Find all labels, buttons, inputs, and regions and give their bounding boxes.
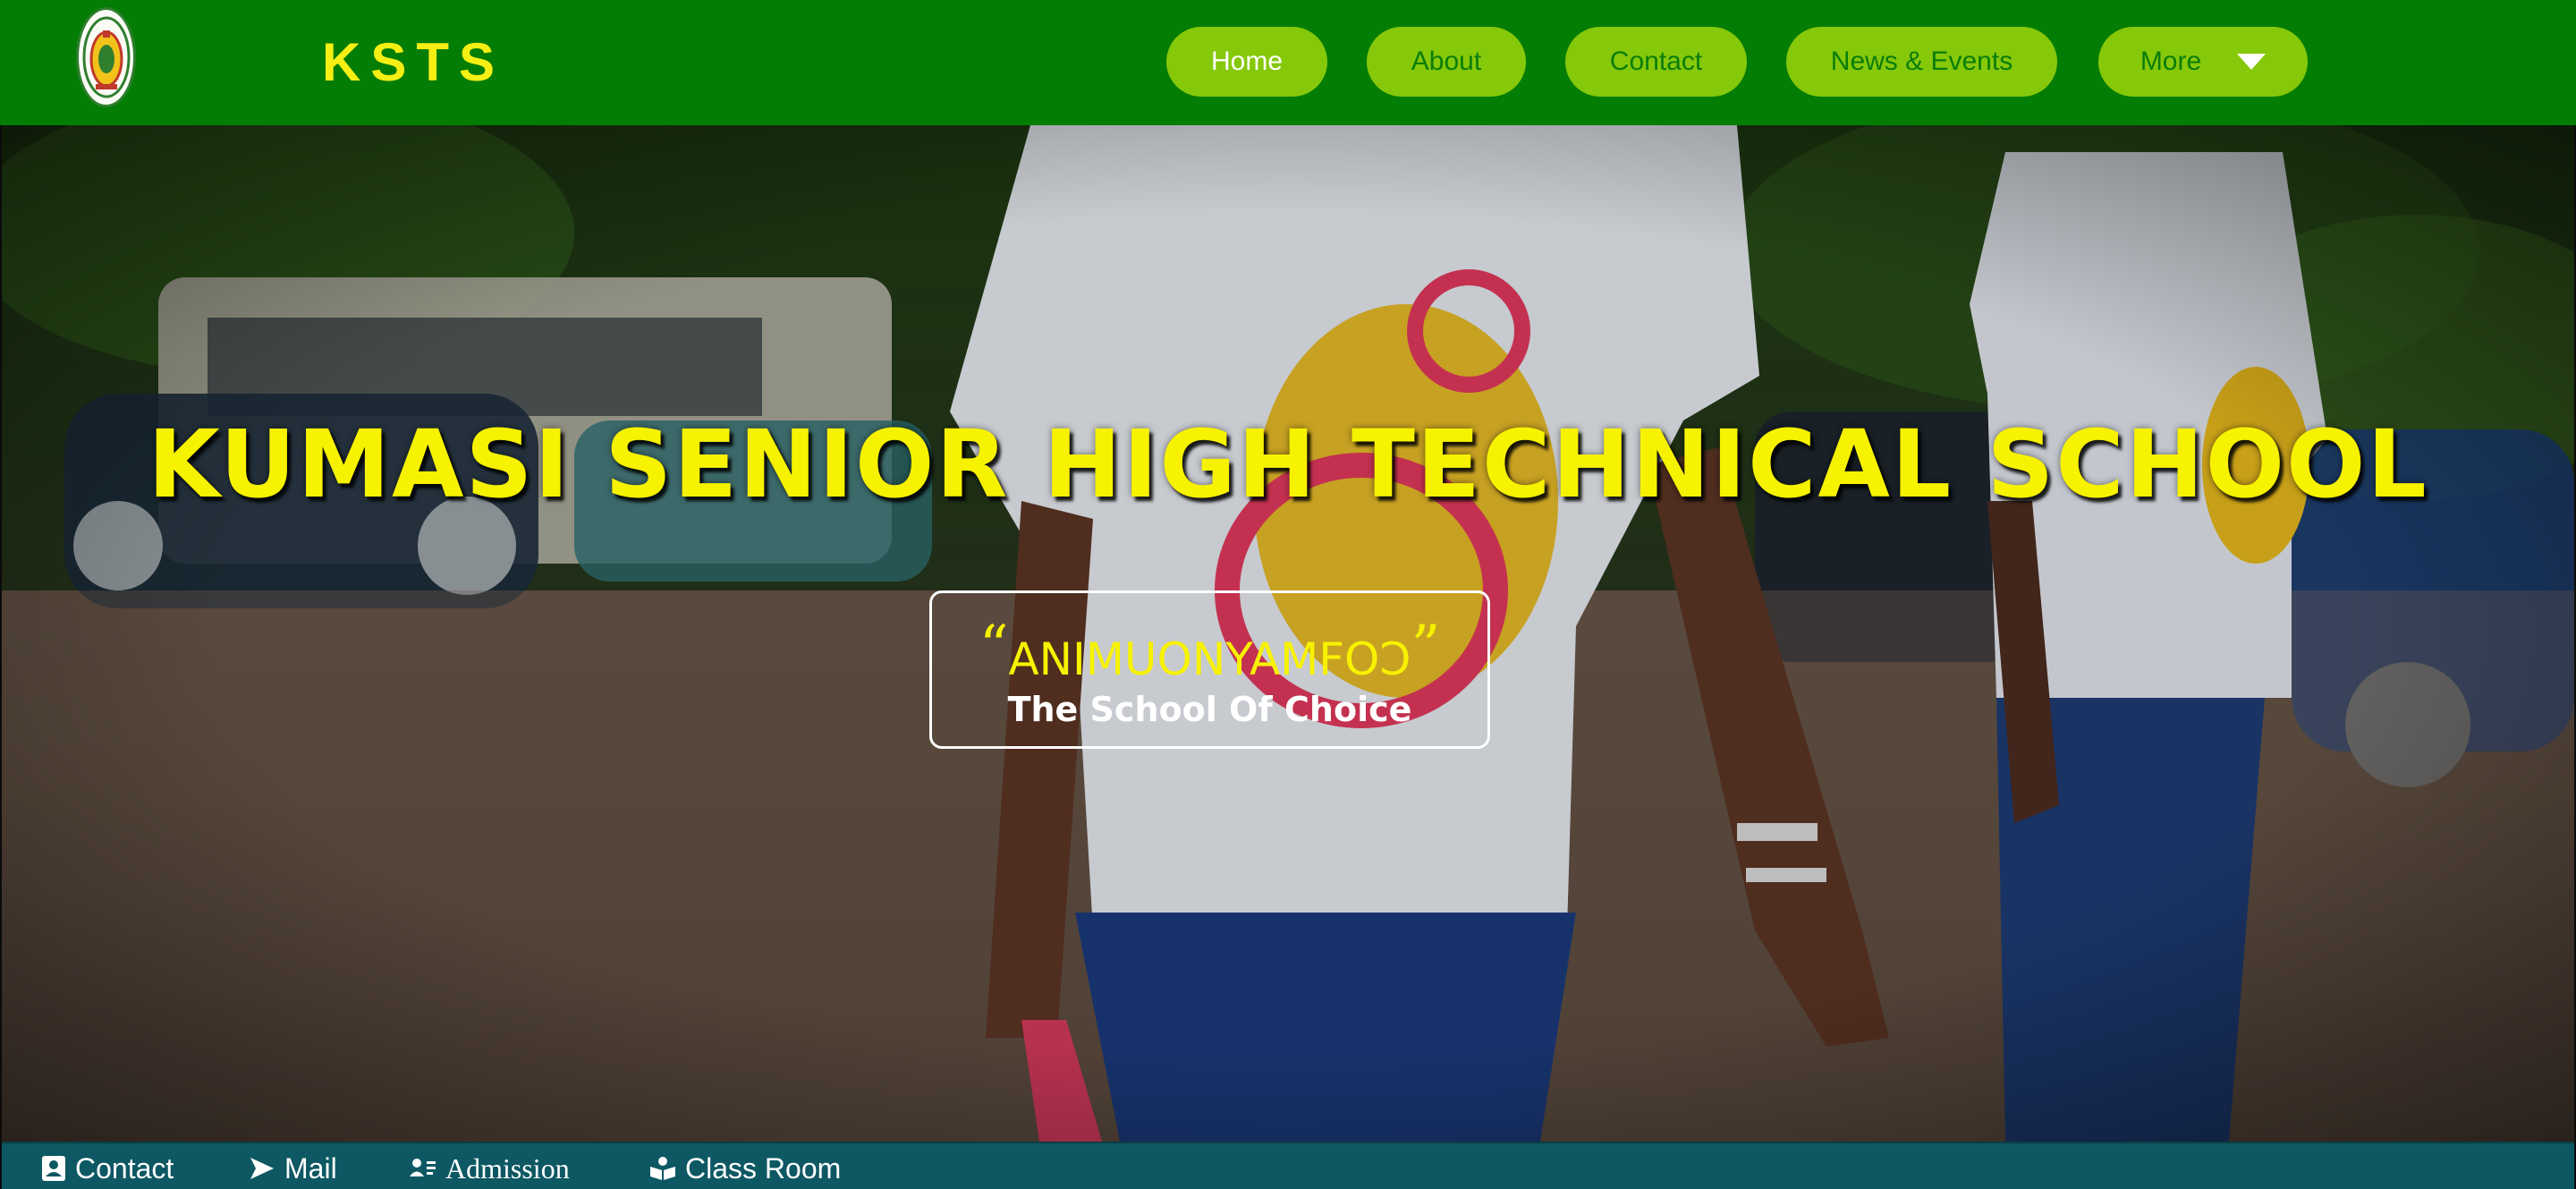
bottom-link-mail[interactable]: Mail xyxy=(249,1151,337,1186)
caret-down-icon xyxy=(2237,54,2267,70)
bottom-link-label: Contact xyxy=(75,1151,174,1185)
top-navbar: KSTS Home About Contact News & Events Mo… xyxy=(0,0,2576,125)
hero-banner: KUMASI SENIOR HIGH TECHNICAL SCHOOL “ANI… xyxy=(2,125,2574,1142)
bottom-link-label: Admission xyxy=(445,1151,570,1185)
nav-more-dropdown[interactable]: More xyxy=(2098,27,2308,97)
user-list-icon xyxy=(410,1159,436,1176)
nav-about[interactable]: About xyxy=(1367,27,1526,97)
hero-title: KUMASI SENIOR HIGH TECHNICAL SCHOOL xyxy=(148,410,2428,519)
contact-card-icon xyxy=(42,1156,65,1181)
bottom-link-label: Class Room xyxy=(685,1151,842,1185)
open-quote-icon: “ xyxy=(979,614,1009,680)
nav-more-label: More xyxy=(2140,47,2202,76)
school-crest-icon xyxy=(82,16,130,98)
open-book-icon xyxy=(650,1157,675,1180)
bottom-link-classroom[interactable]: Class Room xyxy=(649,1151,841,1186)
nav-contact[interactable]: Contact xyxy=(1565,27,1747,97)
close-quote-icon: ” xyxy=(1411,614,1441,680)
motto-line: “ANIMUONYAMFOƆ” xyxy=(932,618,1487,686)
brand-name[interactable]: KSTS xyxy=(322,29,504,97)
bottom-link-admission[interactable]: Admission xyxy=(410,1151,570,1186)
bottom-link-label: Mail xyxy=(284,1151,337,1185)
school-crest-logo[interactable] xyxy=(76,7,136,107)
bottom-link-contact[interactable]: Contact xyxy=(41,1151,174,1186)
motto-box: “ANIMUONYAMFOƆ” The School Of Choice xyxy=(929,590,1490,749)
nav-news-events[interactable]: News & Events xyxy=(1786,27,2057,97)
send-icon xyxy=(250,1158,274,1179)
tagline: The School Of Choice xyxy=(1007,690,1412,729)
bottom-quick-links: Contact Mail Admission Class Room xyxy=(2,1142,2574,1189)
nav-home[interactable]: Home xyxy=(1166,27,1327,97)
motto-text: ANIMUONYAMFOƆ xyxy=(1008,633,1411,685)
